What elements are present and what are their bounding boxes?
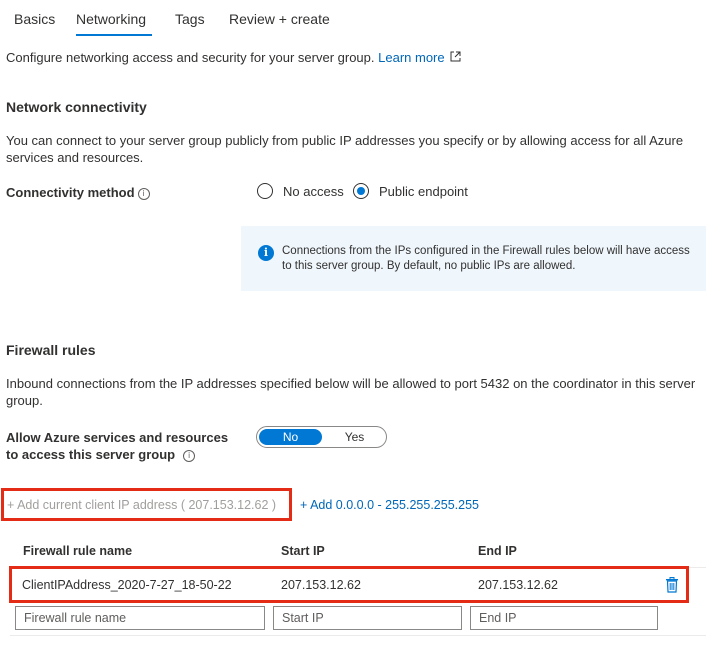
toggle-no-option[interactable]: No [259,429,322,445]
firewall-rules-title: Firewall rules [6,342,96,358]
active-tab-indicator [76,34,152,36]
table-bottom-divider [10,635,706,636]
info-message-box: i Connections from the IPs configured in… [241,226,706,291]
new-end-ip-input[interactable] [470,606,658,630]
connectivity-method-text: Connectivity method [6,185,135,200]
intro-line: Configure networking access and security… [6,50,461,65]
tab-basics[interactable]: Basics [14,11,55,27]
new-start-ip-input[interactable] [273,606,462,630]
network-connectivity-title: Network connectivity [6,99,147,115]
rule-name-cell: ClientIPAddress_2020-7-27_18-50-22 [22,578,232,592]
allow-azure-services-toggle[interactable]: No Yes [256,426,387,448]
end-ip-cell: 207.153.12.62 [478,578,558,592]
external-link-icon [450,51,461,62]
info-message-text: Connections from the IPs configured in t… [282,245,690,272]
tab-tags[interactable]: Tags [175,11,205,27]
column-header-start-ip: Start IP [281,544,325,558]
info-icon[interactable]: i [137,188,150,200]
toggle-yes-option[interactable]: Yes [323,429,386,445]
column-header-rule-name: Firewall rule name [23,544,133,558]
radio-public-endpoint-label[interactable]: Public endpoint [379,184,468,199]
add-full-range-button[interactable]: + Add 0.0.0.0 - 255.255.255.255 [300,498,479,512]
add-client-ip-button[interactable]: + Add current client IP address ( 207.15… [7,498,276,512]
learn-more-label: Learn more [378,50,445,65]
column-header-end-ip: End IP [478,544,517,558]
radio-no-access-label[interactable]: No access [283,184,344,199]
firewall-rules-description: Inbound connections from the IP addresse… [6,376,696,408]
allow-azure-services-label: Allow Azure services and resources to ac… [6,429,242,463]
learn-more-link[interactable]: Learn more [378,50,461,65]
trash-icon[interactable] [665,577,679,593]
intro-text: Configure networking access and security… [6,50,375,65]
radio-no-access[interactable] [257,183,273,199]
tab-networking[interactable]: Networking [76,11,146,27]
header-divider [10,567,706,568]
info-icon[interactable]: i [183,450,196,462]
tab-review-create[interactable]: Review + create [229,11,330,27]
info-circle-icon: i [258,245,274,261]
connectivity-method-label: Connectivity method i [6,184,150,201]
network-connectivity-description: You can connect to your server group pub… [6,133,684,165]
start-ip-cell: 207.153.12.62 [281,578,361,592]
new-rule-name-input[interactable] [15,606,265,630]
tab-bar: Basics Networking Tags Review + create [0,0,715,40]
radio-public-endpoint[interactable] [353,183,369,199]
